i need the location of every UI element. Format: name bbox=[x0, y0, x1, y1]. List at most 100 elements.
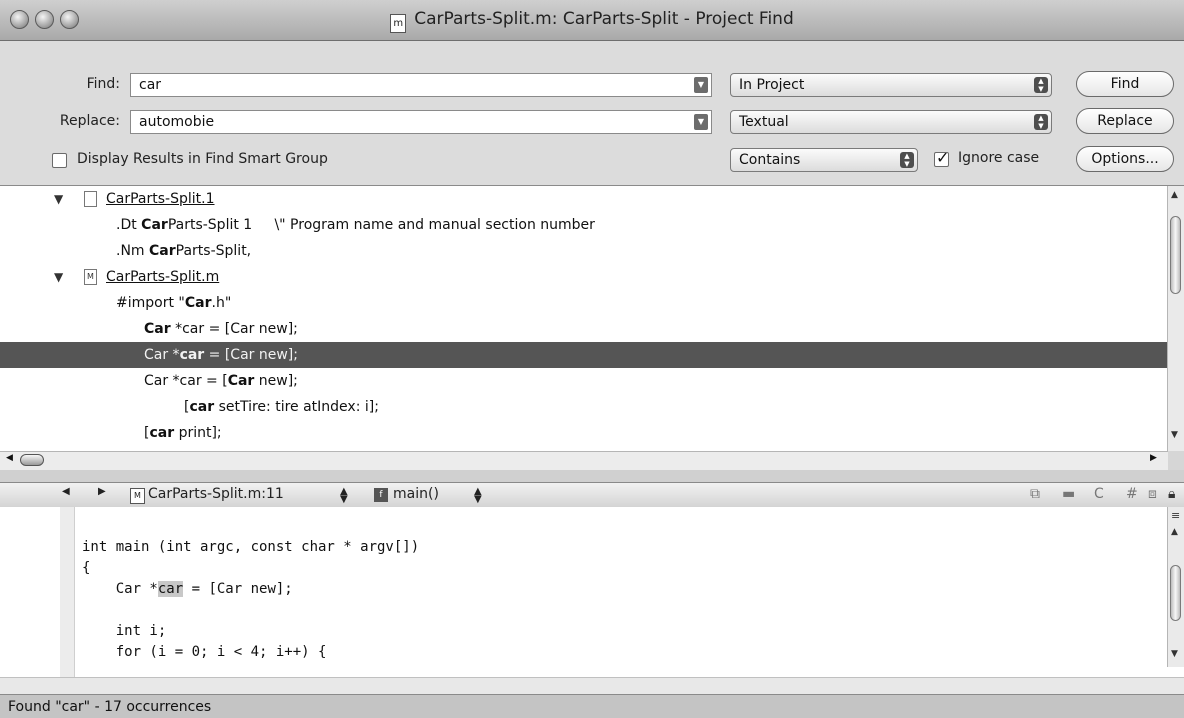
scroll-thumb[interactable] bbox=[1170, 216, 1181, 294]
mode-popup[interactable]: Textual ▲ ▼ bbox=[730, 110, 1052, 134]
replace-history-arrow-icon[interactable]: ▼ bbox=[694, 114, 708, 130]
mode-popup-value: Textual bbox=[739, 114, 789, 130]
result-text: Car *car = [ bbox=[144, 373, 228, 389]
status-text: Found "car" - 17 occurrences bbox=[8, 699, 212, 715]
window-title: m CarParts-Split.m: CarParts-Split - Proj… bbox=[0, 9, 1184, 33]
result-line[interactable]: .Dt CarParts-Split 1 \" Program name and… bbox=[0, 212, 1168, 238]
code-line: int i; bbox=[82, 623, 167, 639]
m-file-icon: m bbox=[390, 14, 407, 33]
result-match: Car bbox=[149, 243, 176, 259]
result-text: .Dt bbox=[116, 217, 142, 233]
popup-stepper-icon[interactable]: ▲ ▼ bbox=[340, 487, 348, 505]
bookmarks-menu-icon[interactable]: ⧉ bbox=[1030, 486, 1040, 502]
result-text: #import " bbox=[116, 295, 185, 311]
result-text: Car * bbox=[144, 347, 180, 363]
result-text: = [Car new]; bbox=[204, 347, 298, 363]
result-text: *car = [Car new]; bbox=[170, 321, 298, 337]
editor-vertical-scrollbar[interactable]: ≡ ▲ ▼ bbox=[1167, 507, 1184, 667]
ignore-case-checkbox[interactable]: ✓ bbox=[934, 148, 949, 167]
disclosure-triangle-icon[interactable]: ▼ bbox=[54, 264, 63, 290]
code-line-highlighted: Car *car = [Car new]; bbox=[82, 579, 293, 600]
popup-stepper-icon[interactable]: ▲ ▼ bbox=[474, 487, 482, 505]
scroll-up-arrow-icon[interactable]: ▲ bbox=[1171, 190, 1178, 200]
replace-input-value: automobie bbox=[139, 114, 215, 130]
scroll-left-arrow-icon[interactable]: ◀ bbox=[6, 453, 13, 463]
scroll-up-arrow-icon[interactable]: ▲ bbox=[1171, 527, 1178, 537]
horizontal-scroll-thumb[interactable] bbox=[20, 454, 44, 466]
function-popup[interactable]: main() bbox=[393, 486, 439, 502]
scroll-down-arrow-icon[interactable]: ▼ bbox=[1171, 649, 1178, 659]
editor-gutter[interactable] bbox=[60, 507, 75, 677]
replace-button[interactable]: Replace bbox=[1076, 108, 1174, 134]
code-line: int main (int argc, const char * argv[]) bbox=[82, 539, 420, 555]
result-line[interactable]: [car setTire: tire atIndex: i]; bbox=[0, 394, 1168, 420]
result-line[interactable]: .Nm CarParts-Split, bbox=[0, 238, 1168, 264]
match-popup[interactable]: Contains ▲ ▼ bbox=[730, 148, 918, 172]
code-line-text: Car * bbox=[82, 581, 158, 597]
result-file-name[interactable]: CarParts-Split.m bbox=[106, 264, 219, 290]
popup-stepper-icon: ▲ ▼ bbox=[1034, 77, 1048, 93]
scroll-down-arrow-icon[interactable]: ▼ bbox=[1171, 430, 1178, 440]
window-title-text: CarParts-Split.m: CarParts-Split - Proje… bbox=[414, 9, 794, 29]
result-text: .Nm bbox=[116, 243, 150, 259]
result-text: setTire: tire atIndex: i]; bbox=[214, 399, 379, 415]
results-list: ▼ CarParts-Split.1 .Dt CarParts-Split 1 … bbox=[0, 186, 1168, 451]
result-file-row[interactable]: ▼ M CarParts-Split.m bbox=[0, 264, 1168, 290]
file-popup[interactable]: CarParts-Split.m:11 bbox=[148, 486, 284, 502]
project-find-window: m CarParts-Split.m: CarParts-Split - Proj… bbox=[0, 0, 1184, 718]
code-line-text: = [Car new]; bbox=[183, 581, 293, 597]
replace-label: Replace: bbox=[59, 113, 120, 129]
scroll-right-arrow-icon[interactable]: ▶ bbox=[1150, 453, 1157, 463]
split-view-divider[interactable] bbox=[0, 470, 1184, 482]
title-bar: m CarParts-Split.m: CarParts-Split - Proj… bbox=[0, 0, 1184, 41]
scope-popup[interactable]: In Project ▲ ▼ bbox=[730, 73, 1052, 97]
result-line[interactable]: Car *car = [Car new]; bbox=[0, 316, 1168, 342]
scroll-thumb[interactable] bbox=[1170, 565, 1181, 621]
smart-group-checkbox[interactable] bbox=[52, 153, 67, 168]
result-match: car bbox=[149, 425, 175, 441]
includes-menu-icon[interactable]: # bbox=[1126, 486, 1138, 502]
result-match: car bbox=[189, 399, 215, 415]
scope-popup-value: In Project bbox=[739, 77, 805, 93]
class-hierarchy-icon[interactable]: C bbox=[1094, 486, 1104, 502]
result-match: Car bbox=[227, 373, 255, 389]
code-line: { bbox=[82, 560, 91, 576]
result-text: Parts-Split 1 \" Program name and manual… bbox=[167, 217, 595, 233]
find-input-value: car bbox=[139, 77, 162, 93]
results-horizontal-scrollbar[interactable]: ◀ ▶ bbox=[0, 451, 1168, 471]
replace-input[interactable]: automobie ▼ bbox=[130, 110, 712, 134]
code-editor[interactable]: int main (int argc, const char * argv[])… bbox=[0, 507, 1184, 677]
editor-navigation-bar: ◀ ▶ M CarParts-Split.m:11 ▲ ▼ f main() ▲ ▼… bbox=[0, 482, 1184, 508]
code-line: for (i = 0; i < 4; i++) { bbox=[82, 644, 327, 660]
results-vertical-scrollbar[interactable]: ▲ ▼ bbox=[1167, 186, 1184, 451]
ignore-case-label: Ignore case bbox=[958, 150, 1040, 166]
find-history-arrow-icon[interactable]: ▼ bbox=[694, 77, 708, 93]
find-button[interactable]: Find bbox=[1076, 71, 1174, 97]
result-line[interactable]: [car print]; bbox=[0, 420, 1168, 446]
result-file-row[interactable]: ▼ CarParts-Split.1 bbox=[0, 186, 1168, 212]
doc-icon bbox=[84, 191, 97, 207]
editor-horizontal-scrollbar[interactable] bbox=[0, 677, 1184, 695]
result-match: Car bbox=[144, 321, 171, 337]
disclosure-triangle-icon[interactable]: ▼ bbox=[54, 186, 63, 212]
find-input[interactable]: car ▼ bbox=[130, 73, 712, 97]
result-match: Car bbox=[141, 217, 168, 233]
breakpoints-menu-icon[interactable]: ▬ bbox=[1062, 486, 1075, 502]
counterparts-icon[interactable]: ⧈ bbox=[1148, 486, 1157, 502]
result-text: print]; bbox=[174, 425, 222, 441]
m-file-icon: M bbox=[84, 269, 97, 285]
result-text: .h" bbox=[211, 295, 232, 311]
result-file-name[interactable]: CarParts-Split.1 bbox=[106, 186, 215, 212]
function-icon: f bbox=[374, 488, 388, 502]
match-popup-value: Contains bbox=[739, 152, 801, 168]
lock-icon[interactable]: 🔒︎ bbox=[1168, 486, 1175, 502]
find-label: Find: bbox=[86, 76, 120, 92]
forward-arrow-icon[interactable]: ▶ bbox=[98, 486, 106, 497]
options-button[interactable]: Options... bbox=[1076, 146, 1174, 172]
result-line[interactable]: #import "Car.h" bbox=[0, 290, 1168, 316]
result-line-selected[interactable]: Car *car = [Car new]; bbox=[0, 342, 1168, 368]
back-arrow-icon[interactable]: ◀ bbox=[62, 486, 70, 497]
split-editor-icon[interactable]: ≡ bbox=[1171, 509, 1180, 522]
popup-stepper-icon: ▲ ▼ bbox=[900, 152, 914, 168]
result-line[interactable]: Car *car = [Car new]; bbox=[0, 368, 1168, 394]
